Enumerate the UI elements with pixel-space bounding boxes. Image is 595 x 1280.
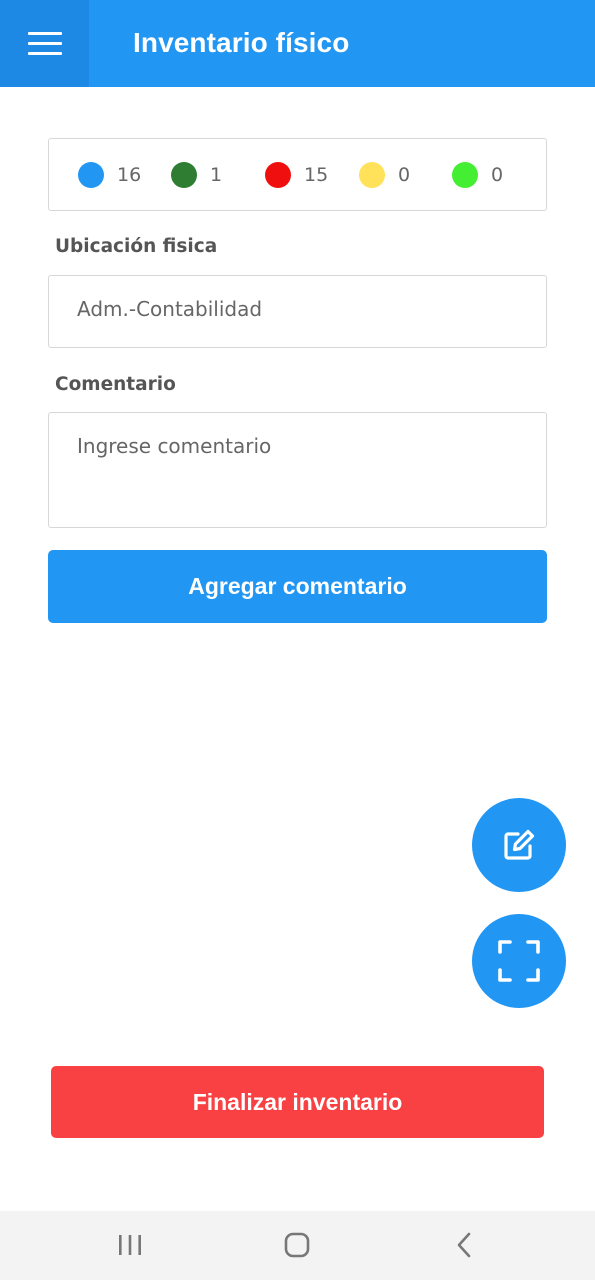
edit-fab[interactable] xyxy=(472,798,566,892)
dark-green-status-dot xyxy=(171,162,197,188)
status-count-value: 0 xyxy=(491,164,504,186)
comment-textarea[interactable]: Ingrese comentario xyxy=(48,412,547,528)
status-count-yellow: 0 xyxy=(359,160,410,190)
location-field[interactable]: Adm.-Contabilidad xyxy=(48,275,547,348)
recent-apps-icon xyxy=(119,1235,141,1255)
status-count-value: 16 xyxy=(117,164,142,186)
add-comment-button[interactable]: Agregar comentario xyxy=(48,550,547,623)
status-count-value: 1 xyxy=(210,164,223,186)
status-count-value: 0 xyxy=(398,164,411,186)
back-button[interactable] xyxy=(434,1225,494,1265)
back-icon xyxy=(457,1232,471,1258)
app-bar: Inventario físico xyxy=(0,0,595,87)
light-green-status-dot xyxy=(452,162,478,188)
comment-placeholder: Ingrese comentario xyxy=(77,434,272,458)
location-label: Ubicación fisica xyxy=(55,236,218,257)
status-count-green: 0 xyxy=(452,160,503,190)
scan-frame-icon xyxy=(498,940,540,982)
red-status-dot xyxy=(265,162,291,188)
finish-inventory-button[interactable]: Finalizar inventario xyxy=(51,1066,544,1138)
comment-label: Comentario xyxy=(55,374,176,395)
location-value: Adm.-Contabilidad xyxy=(77,297,263,321)
scan-fab[interactable] xyxy=(472,914,566,1008)
status-count-value: 15 xyxy=(304,164,329,186)
home-icon xyxy=(284,1232,310,1258)
status-count-darkgreen: 1 xyxy=(171,160,222,190)
yellow-status-dot xyxy=(359,162,385,188)
status-count-red: 15 xyxy=(265,160,328,190)
recent-apps-button[interactable] xyxy=(100,1225,160,1265)
page-title: Inventario físico xyxy=(133,27,350,58)
hamburger-menu-icon xyxy=(27,31,62,56)
edit-icon xyxy=(504,829,535,860)
system-navigation-bar xyxy=(0,1211,595,1280)
blue-status-dot xyxy=(78,162,104,188)
home-button[interactable] xyxy=(267,1225,327,1265)
menu-button[interactable] xyxy=(0,0,89,87)
status-summary-card: 16 1 15 0 0 xyxy=(48,138,547,211)
status-count-blue: 16 xyxy=(78,160,141,190)
